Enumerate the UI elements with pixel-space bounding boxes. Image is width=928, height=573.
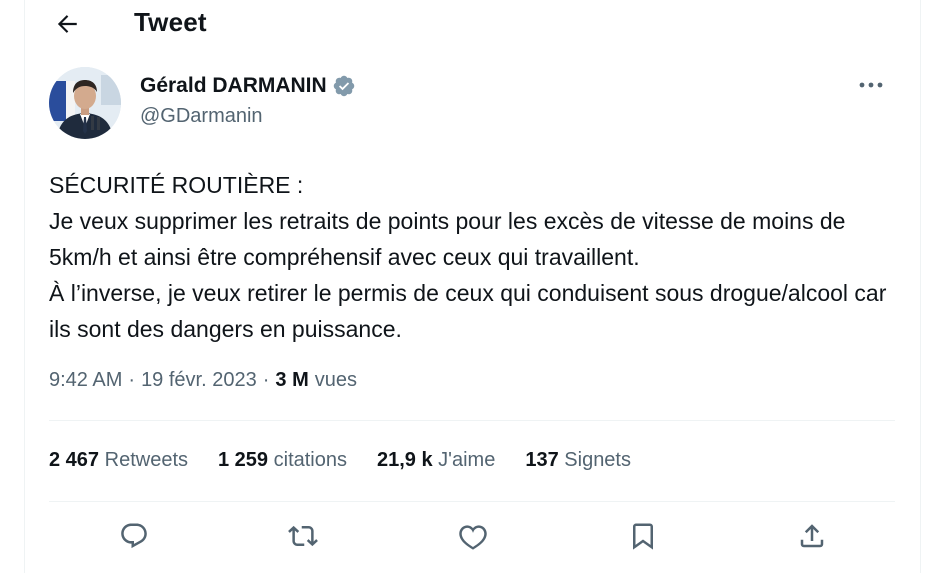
retweets-label: Retweets: [104, 449, 188, 471]
more-options-button[interactable]: [853, 73, 889, 97]
avatar-image: [49, 67, 121, 139]
tweet-meta: 9:42 AM · 19 févr. 2023 · 3 M vues: [49, 369, 357, 392]
verified-badge-icon: [333, 75, 354, 97]
author-block: Gérald DARMANIN @GDarmanin: [49, 67, 889, 141]
divider: [49, 501, 895, 502]
reply-button[interactable]: [114, 516, 154, 556]
retweets-count: 2 467: [49, 449, 100, 471]
tweet-time[interactable]: 9:42 AM: [49, 369, 122, 392]
top-bar: Tweet: [25, 0, 920, 50]
share-icon: [800, 524, 824, 548]
retweet-icon: [288, 525, 318, 547]
tweet-date[interactable]: 19 févr. 2023: [141, 369, 257, 392]
quotes-count: 1 259: [218, 449, 269, 471]
retweet-button[interactable]: [283, 516, 323, 556]
tweet-text: SÉCURITÉ ROUTIÈRE : Je veux supprimer le…: [49, 172, 887, 342]
views-count: 3 M: [275, 369, 309, 391]
share-button[interactable]: [792, 516, 832, 556]
bookmark-icon: [633, 523, 653, 550]
tweet-column: Tweet Gérald DARMANIN @GDarmanin SÉCURIT…: [24, 0, 921, 573]
bookmarks-count: 137: [525, 449, 559, 471]
action-bar: [25, 512, 920, 560]
heart-icon: [459, 525, 487, 550]
avatar[interactable]: [49, 67, 121, 139]
bookmarks-label: Signets: [564, 449, 631, 471]
author-handle[interactable]: @GDarmanin: [140, 105, 263, 128]
quotes-stat[interactable]: 1 259 citations: [218, 449, 347, 472]
likes-stat[interactable]: 21,9 k J'aime: [377, 449, 495, 472]
arrow-left-icon: [57, 15, 77, 33]
page-title: Tweet: [134, 7, 207, 37]
views-label: vues: [314, 369, 357, 391]
meta-separator: ·: [262, 369, 270, 391]
bookmarks-stat[interactable]: 137 Signets: [525, 449, 631, 472]
reply-icon: [121, 523, 147, 549]
meta-separator: ·: [128, 369, 136, 391]
quotes-label: citations: [273, 449, 347, 471]
like-button[interactable]: [453, 516, 493, 556]
bookmark-button[interactable]: [623, 516, 663, 556]
likes-label: J'aime: [438, 449, 496, 471]
back-button[interactable]: [49, 6, 85, 42]
divider: [49, 420, 895, 421]
author-name-row: Gérald DARMANIN: [140, 74, 356, 98]
tweet-stats: 2 467 Retweets 1 259 citations 21,9 k J'…: [49, 449, 661, 472]
retweets-stat[interactable]: 2 467 Retweets: [49, 449, 188, 472]
likes-count: 21,9 k: [377, 449, 433, 471]
more-horizontal-icon: [859, 82, 883, 88]
author-name[interactable]: Gérald DARMANIN: [140, 74, 327, 98]
